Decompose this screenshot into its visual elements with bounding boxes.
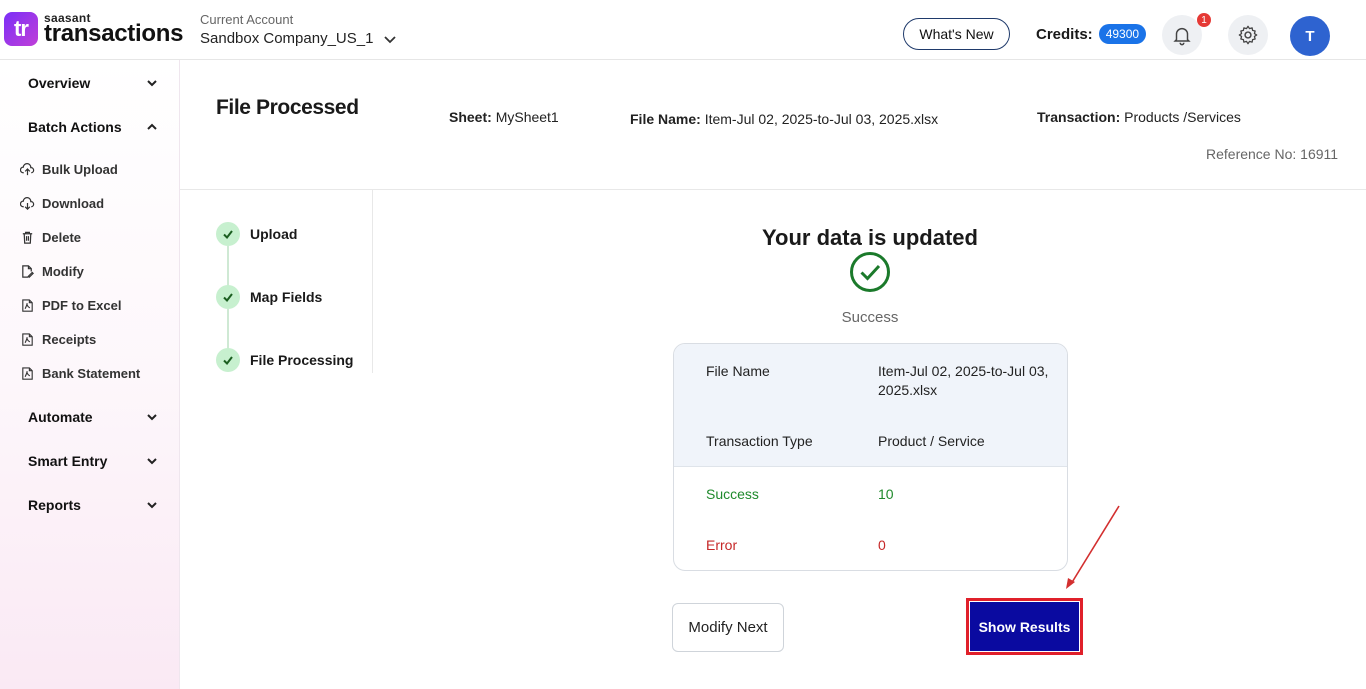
- pdf-icon: [22, 299, 33, 312]
- file-info: File Name: Item-Jul 02, 2025-to-Jul 03, …: [630, 111, 938, 127]
- step-map-fields: Map Fields: [216, 285, 322, 309]
- pdf-icon: [22, 367, 33, 380]
- pdf-icon: [22, 333, 33, 346]
- step-file-processing: File Processing: [216, 348, 353, 372]
- transaction-type-label: Transaction Type: [706, 433, 813, 449]
- annotation-arrow: [1066, 505, 1120, 589]
- step-upload: Upload: [216, 222, 297, 246]
- sidebar-item-delete[interactable]: Delete: [20, 230, 81, 245]
- logo-product: transactions: [44, 20, 184, 47]
- file-value: Item-Jul 02, 2025-to-Jul 03, 2025.xlsx: [704, 111, 939, 127]
- upload-cloud-icon: [20, 163, 35, 176]
- bell-icon: [1173, 27, 1191, 46]
- success-check-icon: [850, 252, 890, 292]
- transaction-value: Products /Services: [1124, 109, 1241, 125]
- chevron-up-icon: [147, 123, 157, 130]
- check-icon: [216, 285, 240, 309]
- sidebar-item-download[interactable]: Download: [20, 196, 104, 211]
- chevron-down-icon: [147, 80, 157, 87]
- gear-icon: [1238, 25, 1258, 45]
- download-cloud-icon: [20, 197, 35, 210]
- check-icon: [216, 222, 240, 246]
- header-divider: [180, 189, 1366, 190]
- chevron-down-icon: [147, 414, 157, 421]
- check-icon: [216, 348, 240, 372]
- credits-label: Credits:: [1036, 25, 1093, 43]
- top-header: tr saasant transactions Current Account …: [0, 0, 1366, 60]
- sheet-value: MySheet1: [495, 109, 559, 125]
- chevron-down-icon: [147, 502, 157, 509]
- app-logo[interactable]: tr saasant transactions: [4, 12, 183, 46]
- success-count-value: 10: [878, 486, 894, 502]
- user-avatar[interactable]: T: [1290, 16, 1330, 56]
- account-name: Sandbox Company_US_1: [200, 30, 374, 47]
- error-count-value: 0: [878, 537, 886, 553]
- result-status: Success: [841, 309, 899, 326]
- trash-icon: [22, 231, 33, 244]
- result-summary-card: File Name Item-Jul 02, 2025-to-Jul 03, 2…: [673, 343, 1068, 571]
- chevron-down-icon[interactable]: [383, 32, 397, 46]
- show-results-button[interactable]: Show Results: [970, 602, 1079, 651]
- sidebar-item-pdf-to-excel[interactable]: PDF to Excel: [20, 298, 121, 313]
- edit-file-icon: [22, 265, 34, 278]
- sidebar-section-smart-entry[interactable]: Smart Entry: [28, 453, 158, 469]
- steps-divider: [372, 190, 373, 373]
- file-name-label: File Name: [706, 363, 770, 379]
- success-count-label: Success: [706, 486, 759, 502]
- transaction-label: Transaction:: [1037, 109, 1121, 125]
- modify-next-button[interactable]: Modify Next: [672, 603, 784, 652]
- account-label: Current Account: [200, 12, 294, 27]
- sidebar-item-modify[interactable]: Modify: [20, 264, 84, 279]
- sidebar-item-bank-statement[interactable]: Bank Statement: [20, 366, 140, 381]
- transaction-info: Transaction: Products /Services: [1037, 109, 1241, 125]
- logo-mark-icon: tr: [4, 12, 38, 46]
- notifications-button[interactable]: [1162, 15, 1202, 55]
- file-name-value: Item-Jul 02, 2025-to-Jul 03, 2025.xlsx: [878, 363, 1049, 398]
- account-switcher[interactable]: Current Account Sandbox Company_US_1: [200, 12, 397, 47]
- result-title: Your data is updated: [762, 225, 978, 250]
- credits-badge: 49300: [1098, 24, 1147, 44]
- sheet-info: Sheet: MySheet1: [449, 109, 559, 125]
- sidebar-section-batch-actions[interactable]: Batch Actions: [28, 119, 158, 135]
- chevron-down-icon: [147, 458, 157, 465]
- sheet-label: Sheet:: [449, 109, 492, 125]
- transaction-type-value: Product / Service: [878, 433, 985, 449]
- sidebar-item-receipts[interactable]: Receipts: [20, 332, 96, 347]
- step-connector: [227, 309, 229, 349]
- sidebar-section-overview[interactable]: Overview: [28, 75, 158, 91]
- step-connector: [227, 246, 229, 286]
- sidebar-section-automate[interactable]: Automate: [28, 409, 158, 425]
- error-count-label: Error: [706, 537, 738, 553]
- file-label: File Name:: [630, 111, 701, 127]
- reference-number: Reference No: 16911: [1206, 146, 1339, 162]
- settings-button[interactable]: [1228, 15, 1268, 55]
- page-title: File Processed: [216, 96, 359, 119]
- whats-new-button[interactable]: What's New: [903, 18, 1010, 50]
- sidebar-item-bulk-upload[interactable]: Bulk Upload: [20, 162, 118, 177]
- credits: Credits: 49300: [1036, 24, 1147, 44]
- notification-badge: 1: [1197, 13, 1211, 27]
- sidebar-section-reports[interactable]: Reports: [28, 497, 158, 513]
